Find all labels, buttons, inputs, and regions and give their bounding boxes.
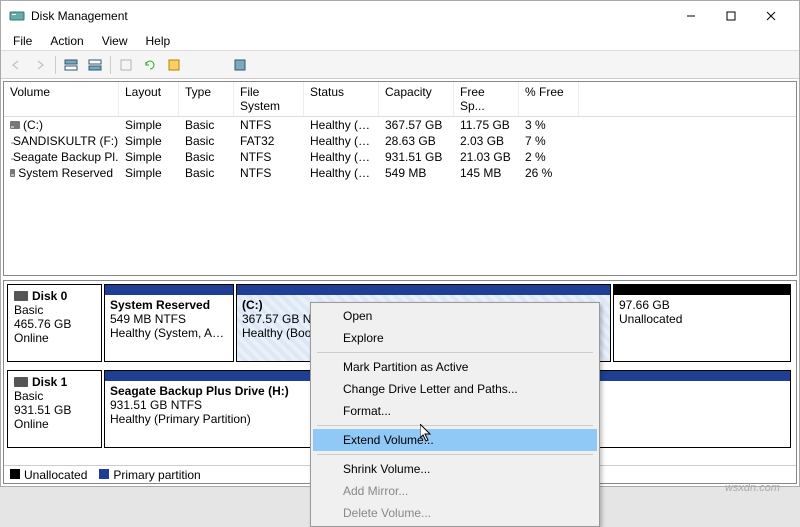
legend-unalloc-swatch <box>10 469 20 479</box>
ctx-format[interactable]: Format... <box>313 400 597 422</box>
legend-primary-swatch <box>99 469 109 479</box>
menu-action[interactable]: Action <box>42 33 91 49</box>
refresh-icon[interactable] <box>139 54 161 76</box>
disk-1-info[interactable]: Disk 1 Basic 931.51 GB Online <box>7 370 102 448</box>
col-layout[interactable]: Layout <box>119 82 179 116</box>
menu-help[interactable]: Help <box>138 33 179 49</box>
ctx-delete-volume: Delete Volume... <box>313 502 597 524</box>
window-title: Disk Management <box>31 9 671 23</box>
menu-file[interactable]: File <box>5 33 40 49</box>
hdd-icon <box>14 377 28 387</box>
partition-unallocated[interactable]: 97.66 GB Unallocated <box>613 284 791 362</box>
minimize-button[interactable] <box>671 2 711 30</box>
drive-icon <box>10 169 15 177</box>
ctx-mark-active[interactable]: Mark Partition as Active <box>313 356 597 378</box>
disk-0-info[interactable]: Disk 0 Basic 465.76 GB Online <box>7 284 102 362</box>
menubar: File Action View Help <box>1 31 799 51</box>
titlebar: Disk Management <box>1 1 799 31</box>
col-fs[interactable]: File System <box>234 82 304 116</box>
ctx-change-letter[interactable]: Change Drive Letter and Paths... <box>313 378 597 400</box>
help-icon[interactable] <box>163 54 185 76</box>
ctx-open[interactable]: Open <box>313 305 597 327</box>
col-type[interactable]: Type <box>179 82 234 116</box>
col-volume[interactable]: Volume <box>4 82 119 116</box>
menu-view[interactable]: View <box>94 33 136 49</box>
volume-list[interactable]: Volume Layout Type File System Status Ca… <box>3 81 797 276</box>
col-pct[interactable]: % Free <box>519 82 579 116</box>
forward-icon[interactable] <box>29 54 51 76</box>
col-free[interactable]: Free Sp... <box>454 82 519 116</box>
hdd-icon <box>14 291 28 301</box>
col-status[interactable]: Status <box>304 82 379 116</box>
col-capacity[interactable]: Capacity <box>379 82 454 116</box>
toolbar <box>1 51 799 79</box>
back-icon[interactable] <box>5 54 27 76</box>
volume-row[interactable]: Seagate Backup Pl...SimpleBasicNTFSHealt… <box>4 149 796 165</box>
ctx-shrink-volume[interactable]: Shrink Volume... <box>313 458 597 480</box>
settings-icon[interactable] <box>229 54 251 76</box>
close-button[interactable] <box>751 2 791 30</box>
volume-row[interactable]: (C:)SimpleBasicNTFSHealthy (B...367.57 G… <box>4 117 796 133</box>
partition-system-reserved[interactable]: System Reserved 549 MB NTFS Healthy (Sys… <box>104 284 234 362</box>
properties-icon[interactable] <box>115 54 137 76</box>
toggle-bottom-icon[interactable] <box>84 54 106 76</box>
watermark: wsxdn.com <box>725 482 780 494</box>
volume-header: Volume Layout Type File System Status Ca… <box>4 82 796 117</box>
ctx-extend-volume[interactable]: Extend Volume... <box>313 429 597 451</box>
ctx-explore[interactable]: Explore <box>313 327 597 349</box>
app-icon <box>9 8 25 24</box>
drive-icon <box>10 121 20 129</box>
context-menu: Open Explore Mark Partition as Active Ch… <box>310 302 600 527</box>
volume-row[interactable]: SANDISKULTR (F:)SimpleBasicFAT32Healthy … <box>4 133 796 149</box>
volume-row[interactable]: System ReservedSimpleBasicNTFSHealthy (S… <box>4 165 796 181</box>
ctx-add-mirror: Add Mirror... <box>313 480 597 502</box>
maximize-button[interactable] <box>711 2 751 30</box>
toggle-top-icon[interactable] <box>60 54 82 76</box>
